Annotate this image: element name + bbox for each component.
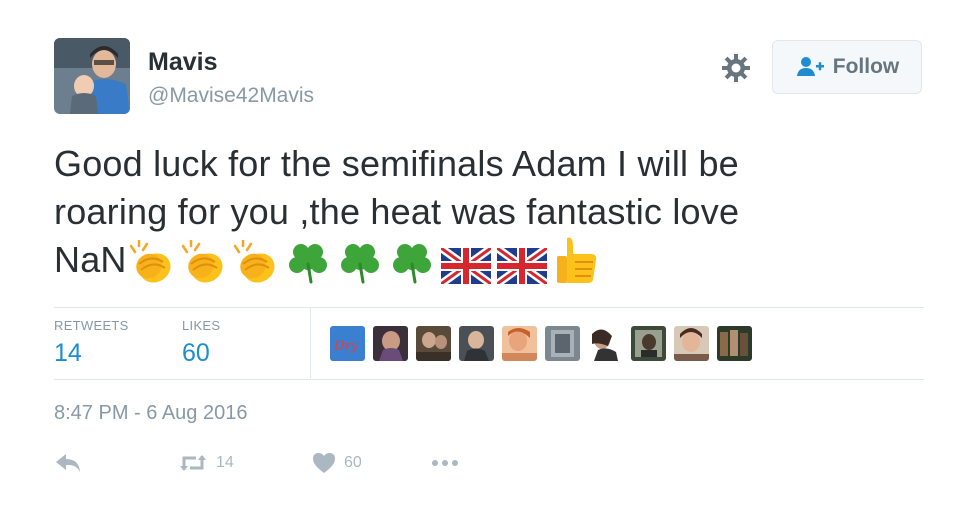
- reply-icon: [56, 454, 80, 472]
- liker-avatar[interactable]: [717, 326, 752, 361]
- retweet-count: 14: [216, 454, 234, 471]
- liker-avatar[interactable]: [416, 326, 451, 361]
- thumbs-up-icon: [556, 237, 596, 283]
- follow-button-label: Follow: [832, 55, 900, 78]
- likes-stat[interactable]: LIKES 60: [182, 318, 220, 368]
- clapping-hands-icon: [233, 240, 275, 283]
- tweet-text: Good luck for the semifinals Adam I will…: [54, 140, 934, 284]
- shamrock-icon: [340, 244, 379, 284]
- more-options-button[interactable]: [430, 452, 460, 474]
- reply-button[interactable]: [54, 452, 82, 474]
- retweets-stat[interactable]: RETWEETS 14: [54, 318, 129, 368]
- tweet-text-line-last: NaN: [54, 236, 934, 284]
- liker-avatar[interactable]: [373, 326, 408, 361]
- tweet-text-line: roaring for you ,the heat was fantastic …: [54, 191, 740, 232]
- tweet-stats: RETWEETS 14 LIKES 60 Dry: [54, 308, 924, 378]
- liker-avatar[interactable]: [502, 326, 537, 361]
- user-avatar[interactable]: [54, 38, 130, 114]
- retweet-button[interactable]: 14: [178, 452, 234, 474]
- clapping-hands-icon: [129, 240, 171, 283]
- uk-flag-icon: [440, 248, 491, 284]
- liker-avatar[interactable]: [545, 326, 580, 361]
- uk-flag-icon: [496, 248, 547, 284]
- liker-avatars: Dry: [330, 326, 752, 361]
- shamrock-icon: [288, 244, 327, 284]
- follow-button[interactable]: Follow: [772, 40, 922, 94]
- tweet-text-fragment: NaN: [54, 239, 127, 280]
- svg-text:Dry: Dry: [333, 339, 359, 354]
- more-options-icon: [432, 460, 458, 466]
- add-user-icon: [796, 57, 824, 76]
- like-button[interactable]: 60: [312, 452, 362, 474]
- retweets-count: 14: [54, 339, 82, 367]
- likes-count: 60: [182, 339, 210, 367]
- clapping-hands-icon: [181, 240, 223, 283]
- liker-avatar[interactable]: [459, 326, 494, 361]
- liker-avatar[interactable]: [674, 326, 709, 361]
- stats-separator: [310, 308, 311, 378]
- tweet-text-line: Good luck for the semifinals Adam I will…: [54, 143, 739, 184]
- retweet-icon: [180, 455, 206, 471]
- likes-label: LIKES: [182, 318, 221, 333]
- like-count: 60: [344, 454, 362, 471]
- emoji-sequence: [129, 236, 599, 284]
- gear-icon[interactable]: [720, 52, 752, 84]
- user-display-name[interactable]: Mavis: [148, 48, 217, 77]
- user-handle[interactable]: @Mavise42Mavis: [148, 84, 314, 108]
- tweet-timestamp[interactable]: 8:47 PM - 6 Aug 2016: [54, 402, 247, 425]
- liker-avatar[interactable]: [588, 326, 623, 361]
- liker-avatar[interactable]: Dry: [330, 326, 365, 361]
- divider: [54, 379, 924, 380]
- liker-avatar[interactable]: [631, 326, 666, 361]
- heart-icon: [313, 453, 335, 473]
- retweets-label: RETWEETS: [54, 318, 129, 333]
- shamrock-icon: [392, 244, 431, 284]
